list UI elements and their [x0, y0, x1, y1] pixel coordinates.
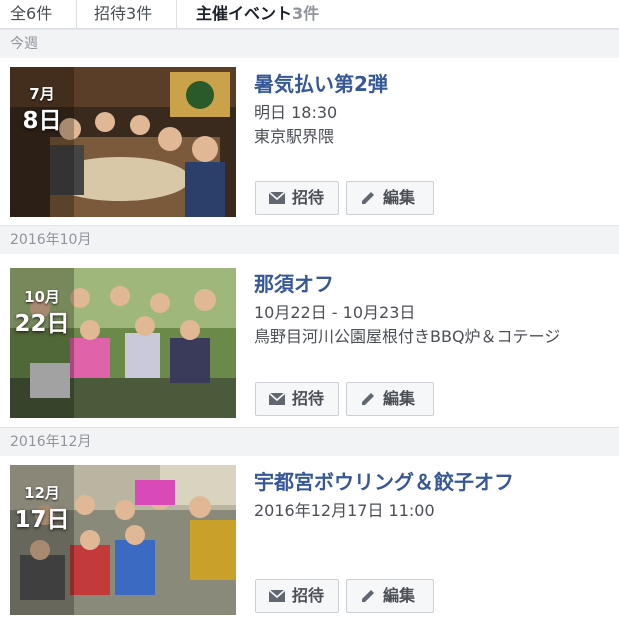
section-header-label: 2016年12月	[10, 434, 92, 450]
section-header-2016-10: 2016年10月	[0, 225, 619, 254]
event-day: 22日	[14, 311, 70, 337]
event-title-link[interactable]: 那須オフ	[254, 268, 334, 297]
event-photo[interactable]: 10月 22日	[10, 268, 236, 418]
event-title-link[interactable]: 宇都宮ボウリング＆餃子オフ	[254, 466, 514, 495]
edit-button[interactable]: 編集	[346, 579, 434, 613]
edit-button[interactable]: 編集	[346, 382, 434, 416]
event-title-link[interactable]: 暑気払い第2弾	[254, 68, 388, 97]
invite-button[interactable]: 招待	[255, 181, 339, 215]
event-day: 17日	[14, 507, 70, 533]
tab-hosting-count: 3件	[292, 4, 320, 23]
event-time: 2016年12月17日 11:00	[254, 501, 435, 520]
event-location: 東京駅界隈	[254, 127, 335, 146]
pencil-icon	[362, 393, 374, 405]
envelope-icon	[268, 191, 286, 204]
date-overlay: 12月 17日	[10, 465, 74, 615]
envelope-icon	[268, 589, 286, 602]
invite-button[interactable]: 招待	[255, 579, 339, 613]
section-header-label: 2016年10月	[10, 232, 92, 248]
edit-button-label: 編集	[383, 188, 416, 207]
tab-invited[interactable]: 招待3件	[94, 0, 152, 28]
invite-button-label: 招待	[292, 389, 325, 408]
tab-all-count: 6件	[26, 4, 53, 23]
tab-hosting[interactable]: 主催イベント3件	[196, 0, 319, 28]
tab-invited-count: 3件	[126, 4, 153, 23]
event-location: 鳥野目河川公園屋根付きBBQ炉＆コテージ	[254, 327, 561, 346]
tab-hosting-label: 主催イベント	[196, 4, 293, 23]
event-time: 10月22日 - 10月23日	[254, 303, 416, 322]
tab-all[interactable]: 全6件	[10, 0, 52, 28]
event-photo[interactable]: 12月 17日	[10, 465, 236, 615]
tab-invited-label: 招待	[94, 4, 127, 23]
section-header-2016-12: 2016年12月	[0, 427, 619, 456]
invite-button-label: 招待	[292, 586, 325, 605]
invite-button-label: 招待	[292, 188, 325, 207]
date-overlay: 10月 22日	[10, 268, 74, 418]
section-header-this-week: 今週	[0, 29, 619, 58]
tab-all-label: 全	[10, 4, 27, 23]
pencil-icon	[362, 192, 374, 204]
envelope-icon	[268, 392, 286, 405]
event-time: 明日 18:30	[254, 103, 338, 122]
edit-button-label: 編集	[383, 586, 416, 605]
tab-divider	[176, 0, 177, 28]
edit-button[interactable]: 編集	[346, 181, 434, 215]
event-filter-tabs: 全6件 招待3件 主催イベント3件	[0, 0, 619, 29]
event-day: 8日	[22, 108, 62, 134]
section-header-label: 今週	[10, 36, 38, 52]
edit-button-label: 編集	[383, 389, 416, 408]
invite-button[interactable]: 招待	[255, 382, 339, 416]
event-photo[interactable]: 7月 8日	[10, 67, 236, 217]
tab-divider	[76, 0, 77, 28]
date-overlay: 7月 8日	[10, 67, 74, 217]
pencil-icon	[362, 590, 374, 602]
